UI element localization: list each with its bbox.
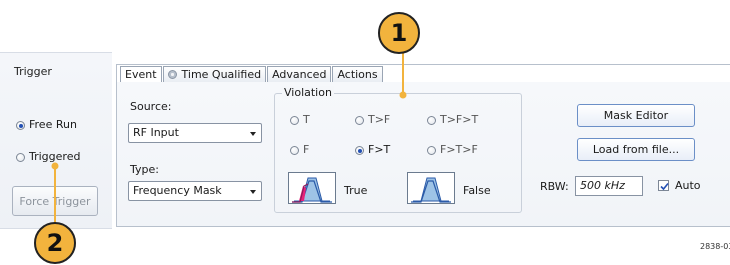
auto-label[interactable]: Auto	[675, 179, 701, 192]
tab-event-label: Event	[125, 68, 157, 81]
load-from-file-button[interactable]: Load from file...	[577, 138, 695, 161]
false-label: False	[463, 184, 491, 197]
mask-false-icon	[407, 172, 455, 204]
violation-radio-t[interactable]	[290, 116, 299, 125]
tab-event[interactable]: Event	[120, 66, 162, 82]
violation-title: Violation	[282, 86, 334, 99]
free-run-radio[interactable]	[16, 121, 25, 130]
mask-true-icon	[288, 172, 336, 204]
violation-label-tf[interactable]: T>F	[368, 113, 390, 126]
figure-id: 2838-03	[700, 242, 730, 251]
type-label: Type:	[130, 163, 159, 176]
rbw-input[interactable]: 500 kHz	[575, 176, 643, 196]
violation-radio-tf[interactable]	[355, 116, 364, 125]
free-run-label[interactable]: Free Run	[29, 118, 77, 131]
tab-actions-label: Actions	[337, 68, 378, 81]
tab-actions[interactable]: Actions	[332, 66, 383, 82]
violation-label-ft[interactable]: F>T	[368, 143, 390, 156]
check-icon	[660, 182, 669, 191]
violation-label-tft[interactable]: T>F>T	[440, 113, 478, 126]
violation-radio-f[interactable]	[290, 146, 299, 155]
type-value: Frequency Mask	[133, 184, 222, 197]
true-label: True	[344, 184, 368, 197]
chevron-down-icon	[250, 132, 256, 136]
auto-checkbox[interactable]	[658, 180, 669, 191]
violation-radio-ft[interactable]	[355, 146, 364, 155]
source-value: RF Input	[133, 126, 179, 139]
triggered-radio[interactable]	[16, 153, 25, 162]
violation-label-f[interactable]: F	[303, 143, 309, 156]
clock-icon	[167, 70, 177, 79]
rbw-label: RBW:	[540, 180, 569, 193]
tab-advanced[interactable]: Advanced	[267, 66, 332, 82]
chevron-down-icon	[250, 190, 256, 194]
tab-bar: Event Time Qualified Advanced Actions	[120, 66, 384, 82]
source-label: Source:	[130, 100, 172, 113]
tab-time-qualified-label: Time Qualified	[181, 68, 262, 81]
tab-advanced-label: Advanced	[272, 68, 327, 81]
trigger-title: Trigger	[14, 65, 52, 78]
source-select[interactable]: RF Input	[128, 123, 262, 143]
callout-2-leader	[51, 162, 59, 228]
type-select[interactable]: Frequency Mask	[128, 181, 262, 201]
callout-1: 1	[378, 12, 420, 54]
violation-label-t[interactable]: T	[303, 113, 310, 126]
violation-radio-tft[interactable]	[427, 116, 436, 125]
mask-editor-button[interactable]: Mask Editor	[577, 104, 695, 127]
violation-label-ftf[interactable]: F>T>F	[440, 143, 478, 156]
callout-2: 2	[34, 222, 76, 264]
violation-radio-ftf[interactable]	[427, 146, 436, 155]
tab-time-qualified[interactable]: Time Qualified	[162, 66, 267, 82]
